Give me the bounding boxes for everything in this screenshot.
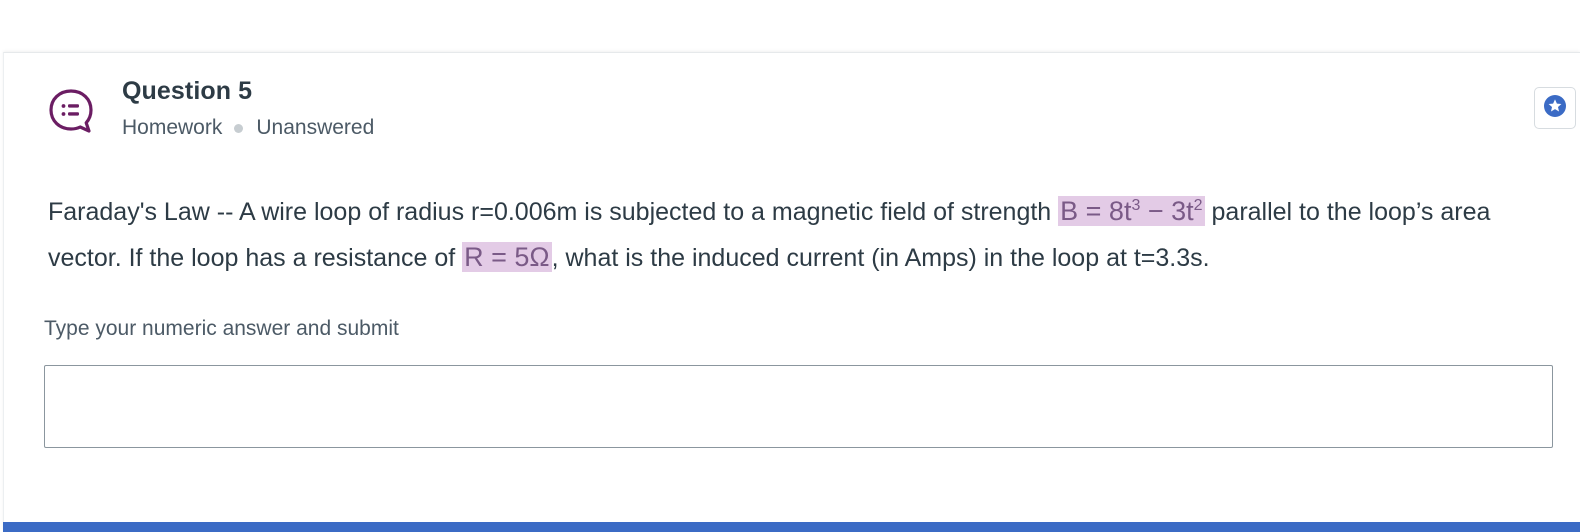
question-list-bubble-icon (47, 87, 95, 135)
answer-label: Type your numeric answer and submit (44, 317, 399, 340)
bottom-accent-bar (3, 522, 1580, 532)
question-text-part3: , what is the induced current (in Amps) … (551, 244, 1210, 272)
question-card: Question 5 Homework Unanswered Faraday's… (3, 52, 1580, 532)
math-resistance: R = 5Ω (462, 242, 552, 272)
star-bookmark-icon (1543, 94, 1567, 123)
question-text: Faraday's Law -- A wire loop of radius r… (48, 189, 1548, 281)
math-magnetic-field: B = 8t3 − 3t2 (1058, 196, 1205, 226)
question-meta: Homework Unanswered (122, 116, 374, 140)
bookmark-button[interactable] (1534, 87, 1576, 129)
question-text-part1: Faraday's Law -- A wire loop of radius r… (48, 198, 1059, 226)
question-status: Unanswered (256, 116, 375, 139)
page: Question 5 Homework Unanswered Faraday's… (0, 0, 1580, 532)
separator-dot (234, 123, 244, 133)
question-type: Homework (122, 116, 223, 139)
numeric-answer-input[interactable] (44, 365, 1553, 448)
question-title: Question 5 (122, 77, 253, 105)
